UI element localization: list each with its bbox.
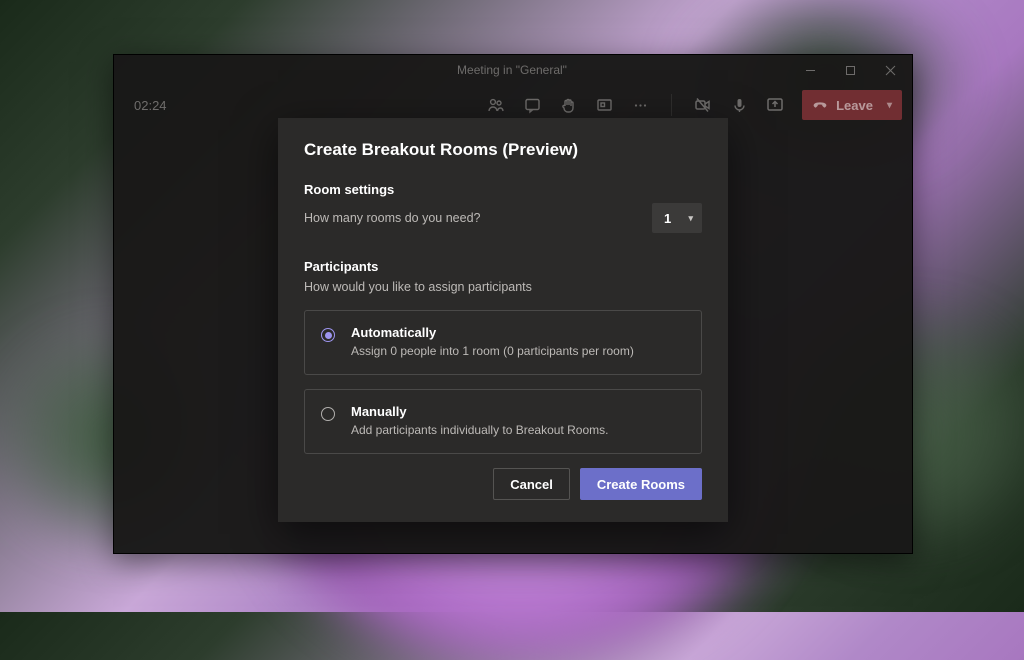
camera-off-icon[interactable] [694, 96, 712, 114]
toolbar-divider [671, 94, 672, 116]
cancel-button[interactable]: Cancel [493, 468, 570, 500]
dialog-footer: Cancel Create Rooms [304, 468, 702, 500]
chevron-down-icon: ▾ [688, 213, 693, 224]
maximize-icon [845, 65, 856, 76]
option-label: Automatically [351, 325, 634, 340]
create-rooms-button[interactable]: Create Rooms [580, 468, 702, 500]
close-button[interactable] [870, 55, 910, 85]
chevron-down-icon: ▾ [887, 100, 892, 111]
room-count-row: How many rooms do you need? 1 ▾ [304, 203, 702, 233]
room-count-question: How many rooms do you need? [304, 211, 480, 225]
radio-selected-icon [321, 328, 335, 342]
share-screen-icon[interactable] [766, 96, 784, 114]
cancel-button-label: Cancel [510, 477, 553, 492]
create-breakout-rooms-dialog: Create Breakout Rooms (Preview) Room set… [278, 118, 728, 522]
participants-heading: Participants [304, 259, 702, 274]
window-title: Meeting in "General" [234, 63, 790, 77]
window-controls [790, 55, 910, 85]
leave-button[interactable]: Leave ▾ [802, 90, 902, 120]
participants-question: How would you like to assign participant… [304, 280, 702, 294]
hangup-icon [812, 97, 828, 113]
call-timer: 02:24 [124, 98, 167, 113]
minimize-button[interactable] [790, 55, 830, 85]
create-rooms-button-label: Create Rooms [597, 477, 685, 492]
radio-unselected-icon [321, 407, 335, 421]
minimize-icon [805, 65, 816, 76]
close-icon [885, 65, 896, 76]
breakout-rooms-icon[interactable] [595, 96, 613, 114]
leave-button-label: Leave [836, 98, 873, 113]
raise-hand-icon[interactable] [559, 96, 577, 114]
titlebar: Meeting in "General" [114, 55, 912, 85]
participants-icon[interactable] [487, 96, 505, 114]
room-settings-heading: Room settings [304, 182, 702, 197]
more-actions-icon[interactable] [631, 96, 649, 114]
option-description: Assign 0 people into 1 room (0 participa… [351, 344, 634, 358]
assign-manually-option[interactable]: Manually Add participants individually t… [304, 389, 702, 454]
assign-automatically-option[interactable]: Automatically Assign 0 people into 1 roo… [304, 310, 702, 375]
room-count-dropdown[interactable]: 1 ▾ [652, 203, 702, 233]
maximize-button[interactable] [830, 55, 870, 85]
option-label: Manually [351, 404, 608, 419]
room-count-value: 1 [664, 211, 671, 226]
toolbar-icon-group [487, 94, 784, 116]
option-description: Add participants individually to Breakou… [351, 423, 608, 437]
dialog-title: Create Breakout Rooms (Preview) [304, 140, 702, 160]
chat-icon[interactable] [523, 96, 541, 114]
microphone-icon[interactable] [730, 96, 748, 114]
